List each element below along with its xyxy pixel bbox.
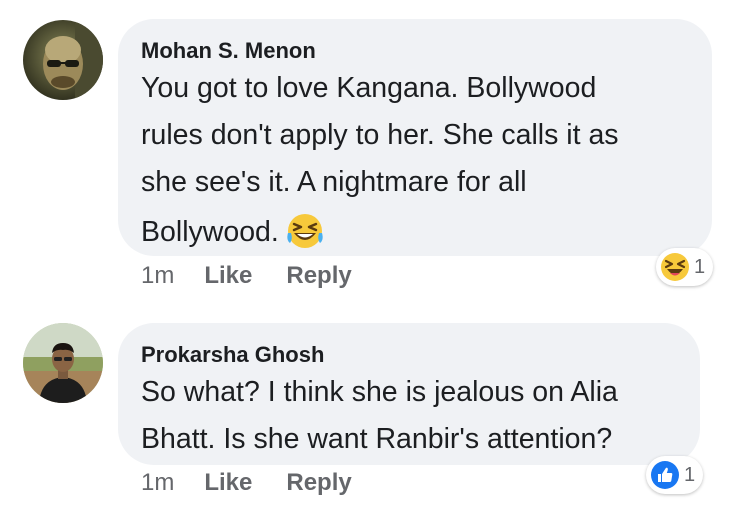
avatar[interactable] <box>23 323 103 403</box>
comment: Prokarsha Ghosh So what? I think she is … <box>0 0 743 523</box>
comment-timestamp[interactable]: 1m <box>141 469 174 496</box>
like-button[interactable]: Like <box>204 469 252 496</box>
comment-text-line: So what? I think she is jealous on Alia <box>141 376 618 408</box>
reaction-badge[interactable]: 1 <box>646 456 704 494</box>
comment-author[interactable]: Prokarsha Ghosh <box>141 342 324 368</box>
comment-meta: 1m Like Reply <box>141 469 386 497</box>
reaction-count: 1 <box>684 463 696 486</box>
comment-text-line: Bhatt. Is she want Ranbir's attention? <box>141 423 613 455</box>
like-reaction-icon <box>651 461 679 489</box>
user-photo-icon <box>23 323 103 403</box>
comment-text: So what? I think she is jealous on Alia … <box>141 369 618 463</box>
reply-button[interactable]: Reply <box>286 469 351 496</box>
